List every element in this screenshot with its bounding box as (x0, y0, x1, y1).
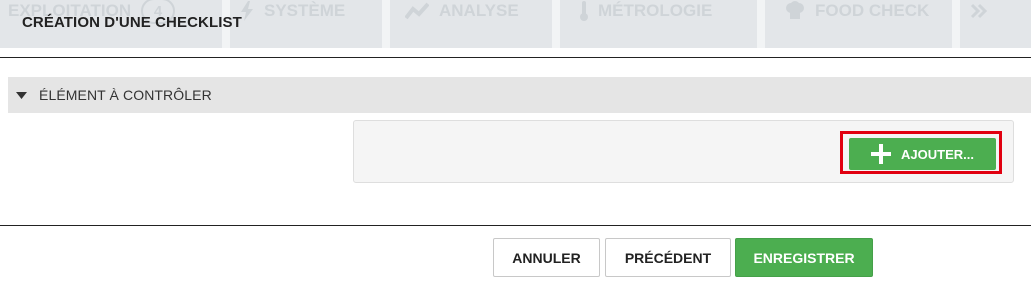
previous-button[interactable]: PRÉCÉDENT (605, 238, 731, 277)
nav-separator (952, 0, 960, 48)
nav-item-food-check: FOOD CHECK (785, 0, 929, 22)
modal-title: CRÉATION D'UNE CHECKLIST (22, 14, 242, 31)
nav-item-systeme: SYSTÈME (240, 0, 345, 22)
nav-item-label: SYSTÈME (264, 1, 346, 20)
footer-divider (0, 225, 1031, 226)
nav-separator (382, 0, 390, 48)
nav-item-metrologie: MÉTROLOGIE (580, 0, 712, 22)
nav-item-label: ANALYSE (439, 1, 519, 20)
section-title: ÉLÉMENT À CONTRÔLER (39, 87, 212, 103)
chart-line-icon (405, 2, 429, 20)
plus-icon (871, 144, 892, 164)
thermometer-icon (580, 1, 588, 21)
caret-down-icon[interactable] (16, 91, 27, 99)
nav-item-analyse: ANALYSE (405, 0, 519, 22)
nav-item-label: FOOD CHECK (815, 1, 930, 20)
bolt-icon (240, 1, 254, 21)
items-panel: AJOUTER... (353, 120, 1014, 183)
save-button[interactable]: ENREGISTRER (735, 238, 873, 277)
add-button-label: AJOUTER... (901, 146, 974, 162)
add-button[interactable]: AJOUTER... (849, 138, 996, 170)
chef-hat-icon (785, 1, 805, 21)
double-chevron-right-icon (970, 0, 988, 22)
nav-separator (757, 0, 765, 48)
section-header[interactable]: ÉLÉMENT À CONTRÔLER (8, 77, 1031, 113)
nav-item-label: MÉTROLOGIE (598, 1, 713, 20)
header-divider (0, 57, 1031, 58)
checklist-creation-modal: EXPLOITATION 4 SYSTÈME ANALYSE MÉTROLOGI… (0, 0, 1031, 282)
cancel-button[interactable]: ANNULER (493, 238, 600, 277)
nav-separator (552, 0, 560, 48)
